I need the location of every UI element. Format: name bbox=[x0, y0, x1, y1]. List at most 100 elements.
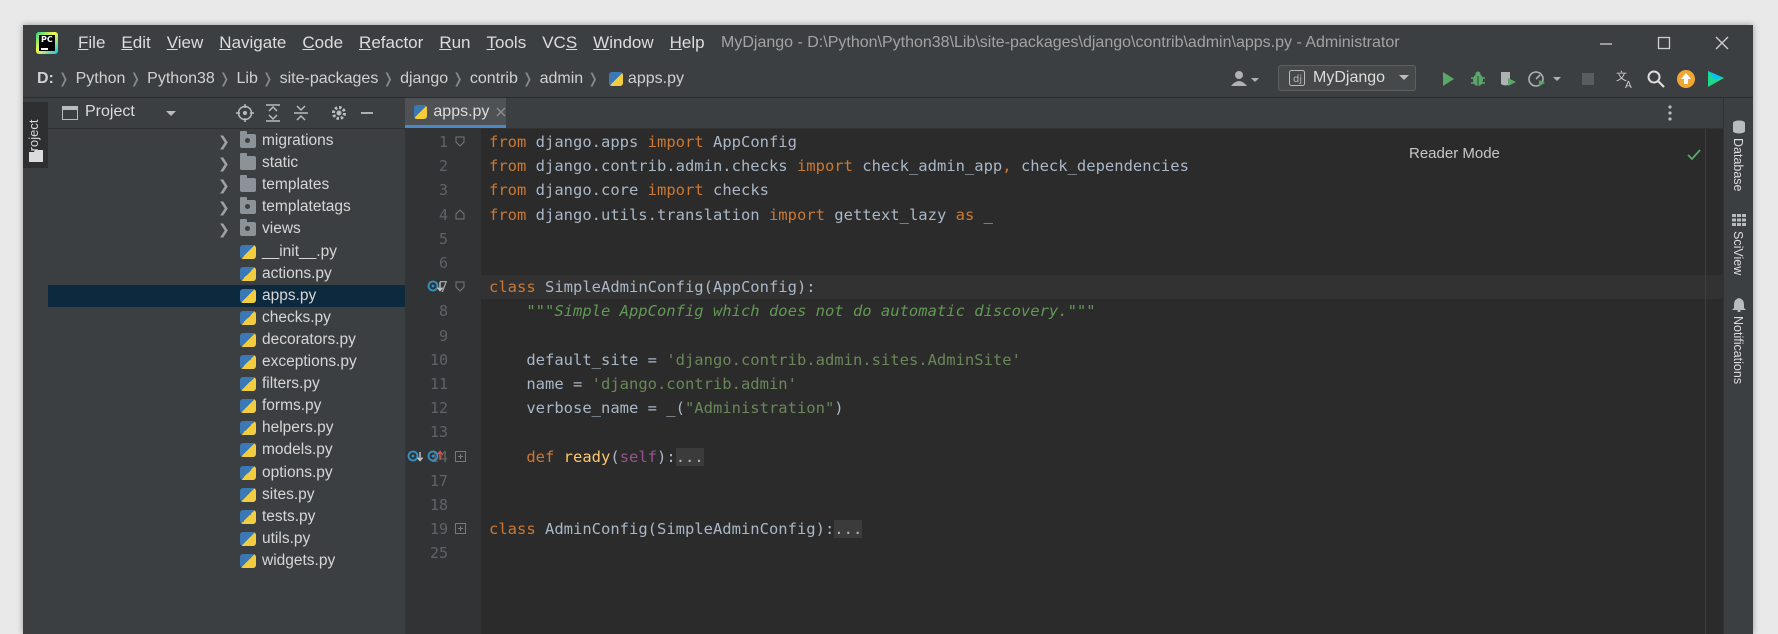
project-tool-window-button[interactable]: Project bbox=[23, 102, 48, 168]
tree-item[interactable]: ❯ templatetags bbox=[48, 196, 405, 218]
tree-item[interactable]: ❯ views bbox=[48, 218, 405, 240]
menu-item[interactable]: Window bbox=[593, 25, 653, 60]
close-button[interactable] bbox=[1693, 25, 1751, 60]
notifications-tool-button[interactable]: Notifications bbox=[1731, 316, 1745, 384]
chevron-right-icon[interactable]: ❯ bbox=[218, 196, 230, 218]
close-tab-icon[interactable] bbox=[496, 107, 506, 117]
code-token: self bbox=[619, 447, 658, 466]
select-opened-file-icon[interactable] bbox=[236, 104, 254, 122]
menu-item[interactable]: Help bbox=[670, 25, 705, 60]
code-with-me-button[interactable] bbox=[1701, 60, 1731, 97]
bug-icon bbox=[1471, 71, 1485, 86]
minimize-button[interactable] bbox=[1577, 25, 1635, 60]
tree-item[interactable]: sites.py bbox=[48, 484, 405, 506]
tree-item[interactable]: ❯ templates bbox=[48, 174, 405, 196]
code-area[interactable]: from django.apps import AppConfig from dj… bbox=[481, 129, 1723, 634]
breadcrumb-item[interactable]: admin ❭ bbox=[540, 70, 605, 88]
tree-item-label: exceptions.py bbox=[262, 353, 357, 370]
python-file-icon bbox=[240, 399, 256, 414]
fold-start-icon[interactable] bbox=[455, 136, 466, 147]
breadcrumb-item[interactable]: site-packages ❭ bbox=[280, 70, 400, 88]
profile-button[interactable] bbox=[1523, 60, 1569, 97]
menu-item[interactable]: Refactor bbox=[359, 25, 423, 60]
tree-item[interactable]: options.py bbox=[48, 462, 405, 484]
editor-scrollbar[interactable] bbox=[1705, 129, 1706, 634]
tree-item[interactable]: tests.py bbox=[48, 506, 405, 528]
breadcrumb-label: D: bbox=[37, 69, 54, 87]
search-everywhere-button[interactable] bbox=[1641, 60, 1671, 97]
breadcrumb-item[interactable]: contrib ❭ bbox=[470, 70, 540, 88]
gear-icon[interactable] bbox=[330, 104, 348, 122]
menu-item[interactable]: Navigate bbox=[219, 25, 286, 60]
run-button[interactable] bbox=[1433, 60, 1463, 97]
tree-item[interactable]: helpers.py bbox=[48, 417, 405, 439]
breadcrumb-item[interactable]: django ❭ bbox=[400, 70, 470, 88]
breadcrumb-item[interactable]: Lib ❭ bbox=[237, 70, 280, 88]
code-token: 'django.contrib.admin.sites.AdminSite' bbox=[666, 350, 1021, 369]
tree-item[interactable]: ❯ migrations bbox=[48, 130, 405, 152]
debug-button[interactable] bbox=[1463, 60, 1493, 97]
translate-button[interactable]: 文 A bbox=[1611, 60, 1641, 97]
breadcrumb-label: contrib bbox=[469, 69, 518, 87]
breadcrumb-item[interactable]: Python38 ❭ bbox=[147, 70, 236, 88]
chevron-right-icon[interactable]: ❯ bbox=[218, 218, 230, 240]
updates-button[interactable] bbox=[1671, 60, 1701, 97]
reader-mode-toggle[interactable]: Reader Mode bbox=[1409, 145, 1500, 162]
menu-item[interactable]: Run bbox=[439, 25, 470, 60]
run-with-coverage-button[interactable] bbox=[1493, 60, 1523, 97]
tree-item[interactable]: forms.py bbox=[48, 395, 405, 417]
chevron-right-icon[interactable]: ❯ bbox=[218, 174, 230, 196]
menu-item[interactable]: VCS bbox=[542, 25, 577, 60]
tree-item-label: static bbox=[262, 154, 299, 172]
breadcrumb-item[interactable]: Python ❭ bbox=[76, 70, 148, 88]
collapse-all-icon[interactable] bbox=[293, 104, 309, 122]
menu-item[interactable]: View bbox=[167, 25, 204, 60]
stop-button[interactable] bbox=[1573, 60, 1603, 97]
tree-item[interactable]: apps.py bbox=[48, 284, 405, 307]
tree-item[interactable]: actions.py bbox=[48, 263, 405, 285]
chevron-right-icon[interactable]: ❯ bbox=[218, 130, 230, 152]
code-token: check_dependencies bbox=[1011, 157, 1189, 176]
tree-item[interactable]: widgets.py bbox=[48, 550, 405, 572]
vcs-user-button[interactable] bbox=[1225, 60, 1265, 97]
breadcrumb-item[interactable]: apps.py bbox=[605, 70, 684, 88]
sciview-tool-button[interactable]: SciView bbox=[1731, 231, 1745, 275]
expand-fold-icon[interactable] bbox=[455, 523, 466, 535]
python-file-icon bbox=[240, 266, 256, 281]
tree-item[interactable]: ❯ static bbox=[48, 152, 405, 174]
menu-item-rest: iew bbox=[177, 33, 204, 52]
tree-item[interactable]: models.py bbox=[48, 439, 405, 461]
run-configuration-label: MyDjango bbox=[1313, 69, 1386, 86]
tree-item[interactable]: exceptions.py bbox=[48, 351, 405, 373]
chevron-right-icon[interactable]: ❯ bbox=[218, 152, 230, 174]
overrides-down-icon[interactable] bbox=[407, 449, 424, 463]
tree-item[interactable]: checks.py bbox=[48, 307, 405, 329]
hide-panel-icon[interactable] bbox=[360, 106, 374, 120]
tree-item[interactable]: utils.py bbox=[48, 528, 405, 550]
menu-item[interactable]: Edit bbox=[121, 25, 150, 60]
line-number: 5 bbox=[438, 229, 448, 248]
overrides-up-icon[interactable] bbox=[427, 449, 444, 463]
more-actions-icon[interactable] bbox=[1668, 105, 1672, 121]
menu-item[interactable]: File bbox=[78, 25, 105, 60]
tree-item[interactable]: __init__.py bbox=[48, 241, 405, 263]
inspection-ok-check-icon[interactable] bbox=[1687, 149, 1701, 161]
tree-item[interactable]: filters.py bbox=[48, 373, 405, 395]
tab-apps-py[interactable]: apps.py bbox=[405, 98, 506, 128]
breadcrumb-item[interactable]: D: ❭ bbox=[37, 70, 76, 88]
fold-end-icon[interactable] bbox=[455, 208, 466, 220]
tree-item-label: tests.py bbox=[262, 507, 316, 525]
menu-item-rest: ools bbox=[495, 33, 527, 52]
run-configuration-selector[interactable]: dj MyDjango bbox=[1278, 65, 1416, 91]
expand-fold-icon[interactable] bbox=[455, 450, 466, 462]
maximize-button[interactable] bbox=[1635, 25, 1693, 60]
tree-item[interactable]: decorators.py bbox=[48, 329, 405, 351]
menu-item[interactable]: Code bbox=[302, 25, 343, 60]
expand-all-icon[interactable] bbox=[265, 104, 281, 122]
view-dropdown-chevron-icon[interactable] bbox=[166, 110, 176, 118]
menu-item[interactable]: Tools bbox=[487, 25, 527, 60]
fold-start-icon[interactable] bbox=[455, 281, 466, 292]
database-tool-button[interactable]: Database bbox=[1731, 138, 1745, 192]
menu-item-rest: ode bbox=[314, 33, 344, 52]
overrides-down-icon[interactable] bbox=[427, 279, 444, 293]
